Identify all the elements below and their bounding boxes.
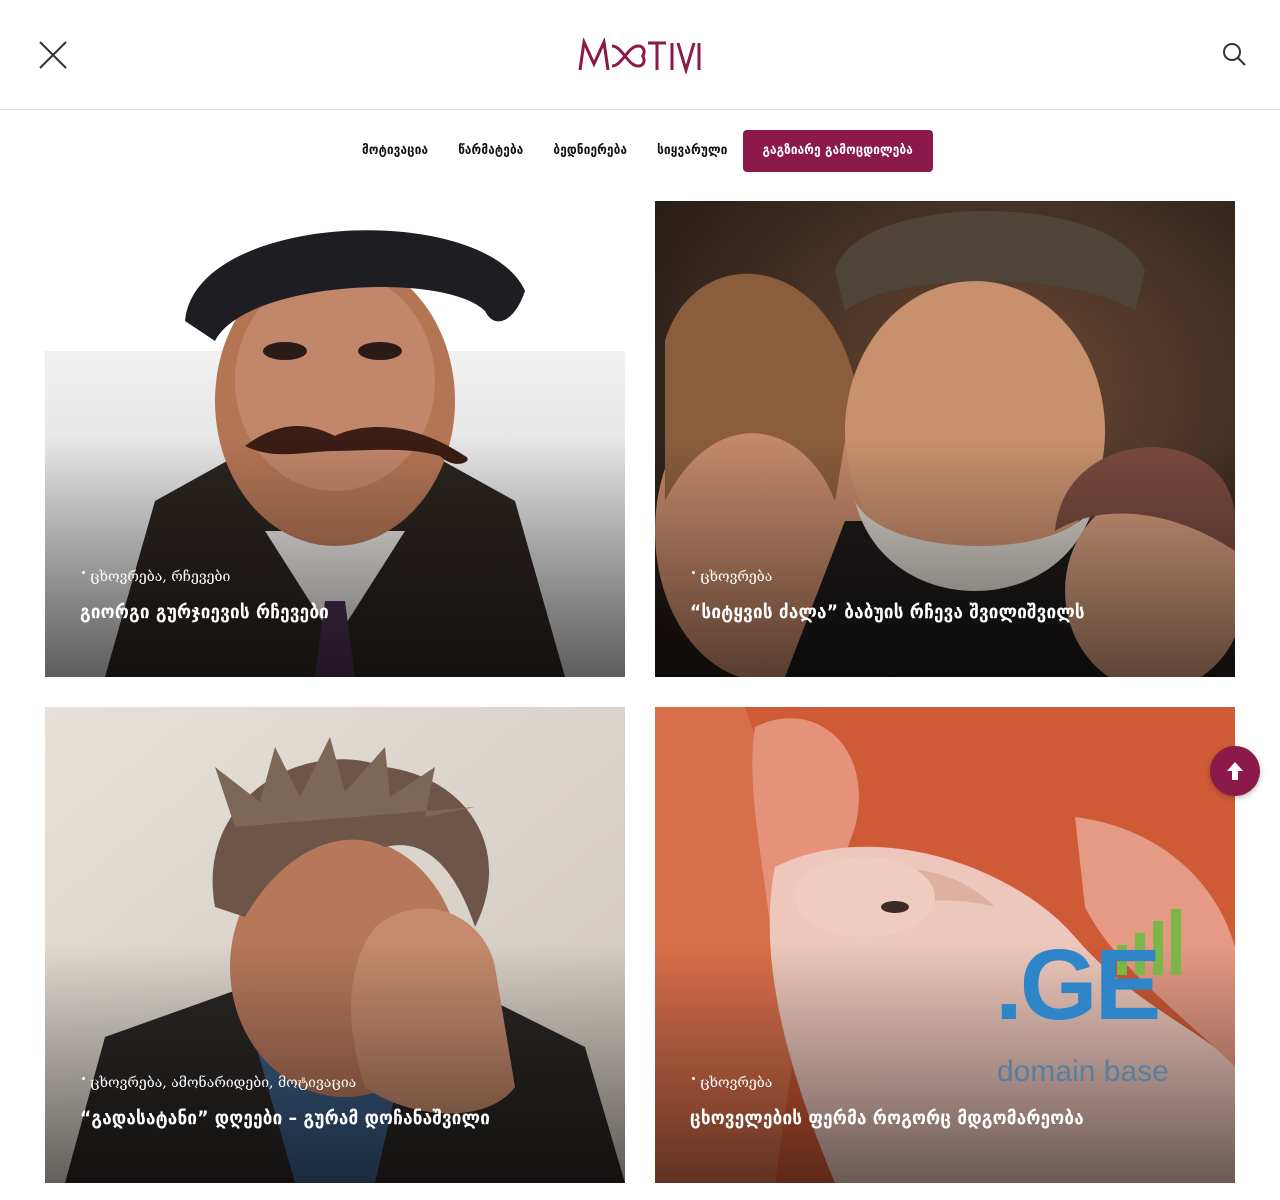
arrow-up-icon [1227,762,1243,780]
category-bullet [692,571,695,574]
nav-item-happiness[interactable]: ბედნიერება [538,130,642,172]
site-logo[interactable] [578,36,702,76]
nav-item-motivation[interactable]: მოტივაცია [347,130,443,172]
article-title[interactable]: ცხოველების ფერმა როგორც მდგომარეობა [690,1107,1084,1129]
close-menu-button[interactable] [36,38,70,72]
article-card[interactable]: ცხოვრება, ამონარიდები, მოტივაცია “გადასა… [45,707,625,1183]
article-categories-text: ცხოვრება, ამონარიდები, მოტივაცია [90,1075,357,1091]
site-header [0,0,1280,110]
main-nav: მოტივაცია წარმატება ბედნიერება სიყვარული… [0,130,1280,172]
article-card[interactable]: ცხოვრება, რჩევები გიორგი გურჯიევის რჩევე… [45,201,625,677]
category-bullet [82,1077,85,1080]
article-categories-text: ცხოვრება [700,569,773,585]
search-icon [1223,43,1246,66]
article-categories-text: ცხოვრება [700,1075,773,1091]
image-overlay [655,437,1235,677]
article-categories[interactable]: ცხოვრება [692,1075,773,1091]
logo-icon [578,36,701,76]
article-title[interactable]: “სიტყვის ძალა” ბაბუის რჩევა შვილიშვილს [690,601,1085,623]
article-categories[interactable]: ცხოვრება, რჩევები [82,569,231,585]
article-card[interactable]: ცხოვრება “სიტყვის ძალა” ბაბუის რჩევა შვი… [655,201,1235,677]
article-title[interactable]: გიორგი გურჯიევის რჩევები [80,601,329,623]
article-card[interactable]: ცხოვრება ცხოველების ფერმა როგორც მდგომარ… [655,707,1235,1183]
category-bullet [692,1077,695,1080]
article-categories[interactable]: ცხოვრება, ამონარიდები, მოტივაცია [82,1075,357,1091]
category-bullet [82,571,85,574]
nav-item-success[interactable]: წარმატება [443,130,538,172]
scroll-to-top-button[interactable] [1210,746,1260,796]
nav-item-share-experience[interactable]: გაგზიარე გამოცდილება [742,130,933,172]
article-categories[interactable]: ცხოვრება [692,569,773,585]
article-categories-text: ცხოვრება, რჩევები [90,569,231,585]
nav-item-love[interactable]: სიყვარული [642,130,742,172]
image-overlay [45,437,625,677]
search-button[interactable] [1220,40,1248,68]
close-icon [39,41,67,69]
article-title[interactable]: “გადასატანი” დღეები – გურამ დოჩანაშვილი [80,1107,490,1129]
image-overlay [655,943,1235,1183]
image-overlay [45,943,625,1183]
